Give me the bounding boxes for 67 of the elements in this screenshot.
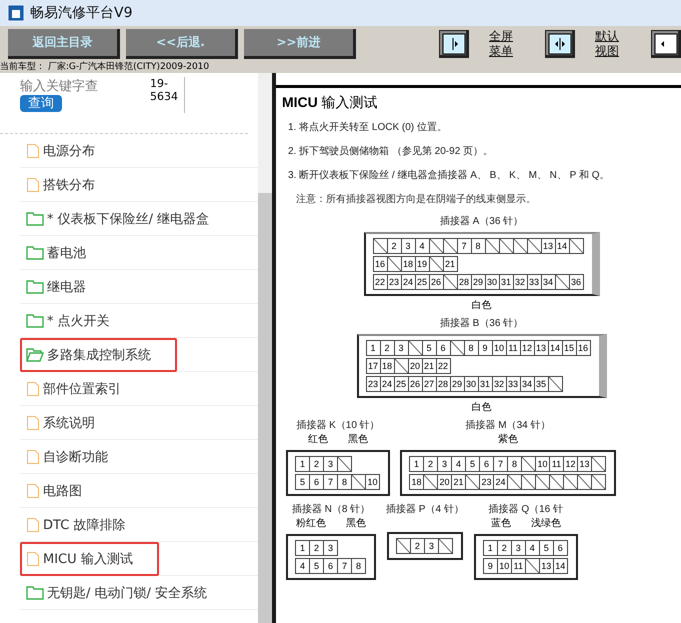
app-icon (8, 5, 24, 21)
connector-caption: 插接器 P（4 针） (386, 502, 464, 516)
file-icon (26, 414, 40, 430)
result-text: 19-5634 (150, 77, 185, 113)
window-title: 畅易汽修平台V9 (30, 4, 132, 22)
connector-caption: 插接器 K（10 针） (296, 418, 380, 432)
file-icon (26, 176, 40, 192)
search-button[interactable]: 查询 (20, 95, 62, 112)
connector-caption: 插接器 M（34 针） (465, 418, 550, 432)
wire-color-label: 黑色 (348, 433, 368, 446)
connector-drawing: 1 2 3 4 5 6 7 8 (286, 534, 376, 580)
wire-color-label: 白色 (472, 299, 492, 312)
tree-item[interactable]: * 仪表板下保险丝/ 继电器盒 (20, 202, 216, 236)
tree-item[interactable]: 电源分布 (20, 134, 101, 168)
file-icon (26, 142, 40, 158)
layout-icon[interactable] (439, 30, 469, 58)
instruction-step: 3. 断开仪表板下保险丝 / 继电器盒插接器 A、 B、 K、 M、 N、 P 和 Q。 (288, 168, 681, 182)
folder-icon (26, 246, 44, 260)
note-text: 注意：所有插接器视图方向是在阴端子的线束侧显示。 (296, 192, 537, 206)
connector-drawing: 2 3 (386, 532, 463, 560)
car-info: 当前车型： 厂家:G-广汽本田锋范(CITY)2009-2010 (0, 62, 681, 73)
wire-color-label: 黑色 (346, 517, 366, 530)
folder-icon (26, 314, 44, 328)
connector-drawing: 1 2 3 4 5 6 7 8 10 11 12 13 18 20 21 23 24 (400, 450, 616, 496)
view-link[interactable]: 默认 视图 (595, 29, 619, 59)
tree-item[interactable]: 部件位置索引 (20, 372, 127, 406)
layout-icon[interactable] (651, 30, 681, 58)
tree-item[interactable]: 无钥匙/ 电动门锁/ 安全系统 (20, 576, 214, 610)
folder-icon (26, 212, 44, 226)
layout-icon[interactable] (545, 30, 575, 58)
connector-drawing: 1 2 3 5 6 7 8 10 (286, 450, 390, 496)
connector-caption: 插接器 N（8 针） (292, 502, 370, 516)
connector-drawing: 1 2 3 4 5 6 9 10 11 13 14 (474, 534, 578, 580)
folder-icon (26, 280, 44, 294)
tree-item[interactable]: DTC 故障排除 (20, 508, 132, 542)
tree-item[interactable]: 自诊断功能 (20, 440, 114, 474)
open-folder-icon (26, 348, 44, 362)
connector-drawing: 1 2 3 5 6 8 9 10 11 12 13 14 15 16 17 18 20 21 22 23 24 25 26 27 28 29 30 31 32 33 34 35 (356, 334, 606, 398)
file-icon (26, 516, 40, 532)
scrollbar-thumb[interactable] (258, 193, 272, 623)
file-icon (26, 448, 40, 464)
folder-icon (26, 586, 44, 600)
tree-item[interactable]: 多路集成控制系统 (20, 338, 177, 372)
wire-color-label: 紫色 (498, 432, 518, 446)
file-icon (26, 550, 40, 566)
wire-color-label: 白色 (472, 401, 492, 414)
connector-caption: 插接器 A（36 针） (440, 214, 524, 228)
tree-item[interactable]: 电路图 (20, 474, 88, 508)
document-title: MICU 输入测试 (282, 94, 379, 112)
tree-item[interactable]: MICU 输入测试 (20, 542, 159, 576)
tree-item[interactable]: 蓄电池 (20, 236, 92, 270)
wire-color-label: 粉红色 (296, 517, 326, 530)
instruction-step: 2. 拆下驾驶员侧储物箱 （参见第 20-92 页）。 (288, 144, 681, 158)
tree-item[interactable]: 搭铁分布 (20, 168, 101, 202)
connector-caption: 插接器 B（36 针） (440, 316, 524, 330)
connector-caption: 插接器 Q（16 针 (488, 502, 564, 516)
view-link[interactable]: 全屏 菜单 (489, 29, 513, 59)
file-icon (26, 482, 40, 498)
tree-item[interactable]: 系统说明 (20, 406, 101, 440)
connector-drawing: 2 3 4 7 8 13 14 16 18 19 21 22 23 24 25 26 28 29 30 31 32 33 34 36 (364, 232, 600, 296)
wire-color-label: 蓝色 (490, 516, 511, 530)
tree-item[interactable]: * 点火开关 (20, 304, 116, 338)
instruction-step: 1. 将点火开关转至 LOCK (0) 位置。 (288, 120, 681, 134)
tree-item[interactable]: 继电器 (20, 270, 92, 304)
file-icon (26, 380, 40, 396)
wire-color-label: 红色 (308, 433, 328, 446)
wire-color-label: 浅绿色 (530, 516, 561, 530)
